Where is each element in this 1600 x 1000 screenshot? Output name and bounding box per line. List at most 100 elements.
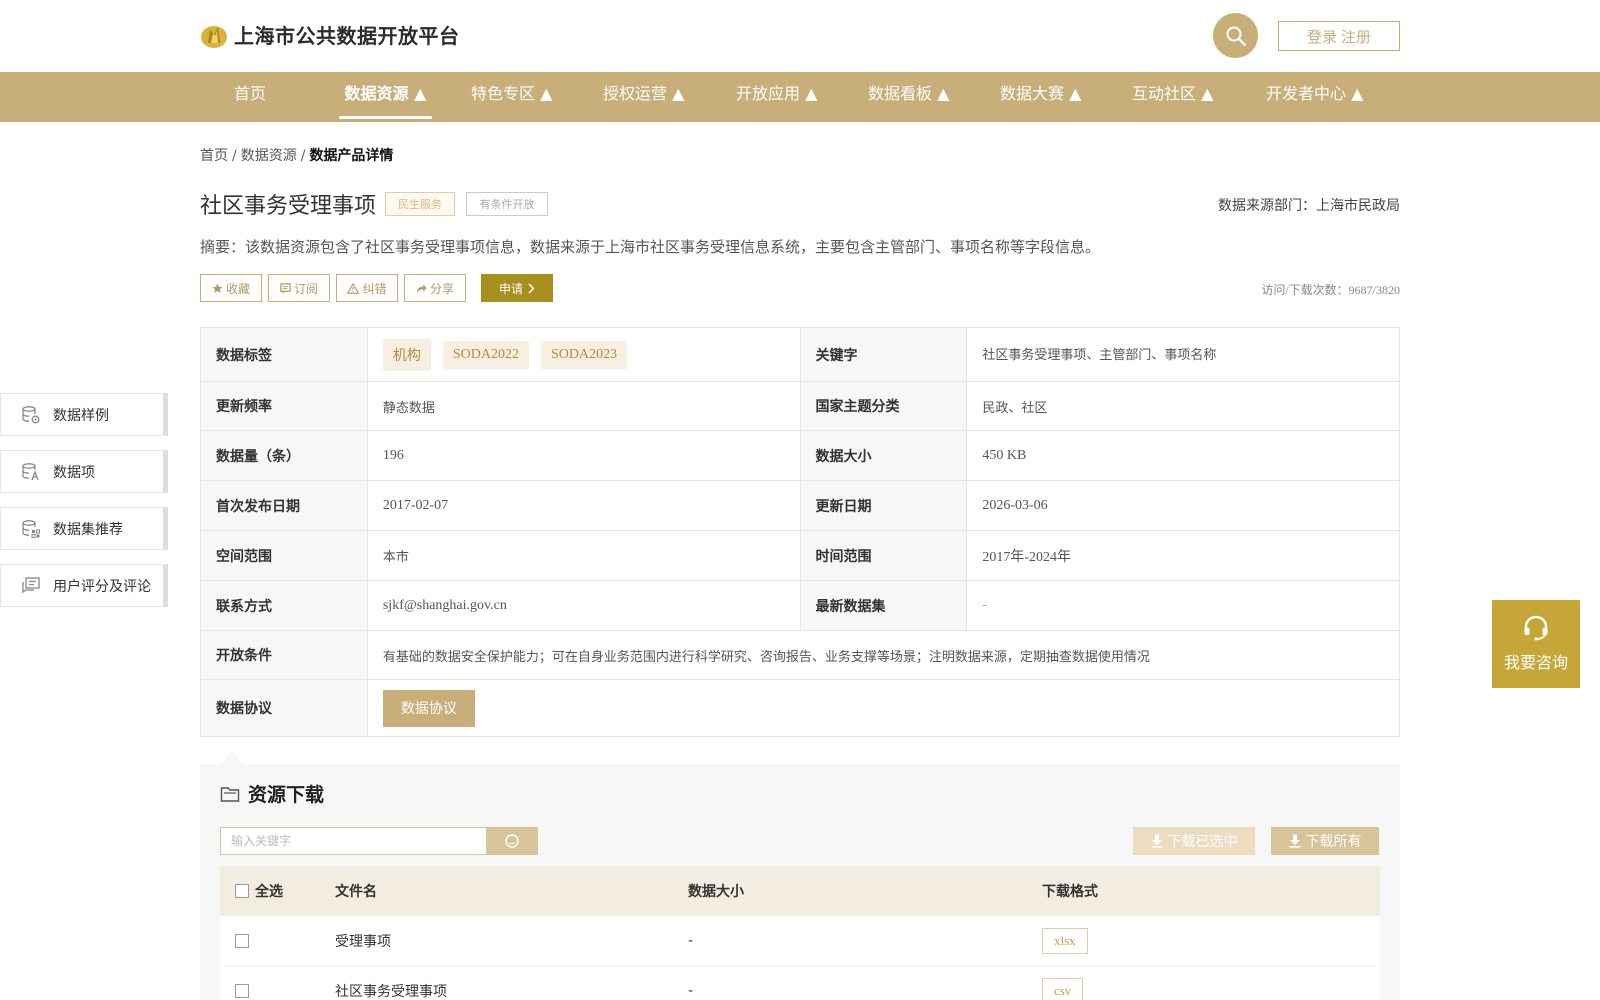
breadcrumb-home[interactable]: 首页 (200, 148, 228, 164)
share-icon (416, 283, 427, 293)
nav-developer[interactable]: 开发者中心 ▲ (1266, 72, 1363, 122)
favorite-button[interactable]: 收藏 (200, 274, 262, 302)
spatial-range-label: 空间范围 (201, 531, 368, 580)
nav-special-zone[interactable]: 特色专区 ▲ (471, 72, 552, 122)
nav-data-resources[interactable]: 数据资源 ▲ (339, 72, 432, 122)
format-download-button[interactable]: csv (1042, 977, 1084, 1000)
dataset-info-table: 数据标签 机构 SODA2022 SODA2023 关键字 社区事务受理事项、主… (200, 327, 1400, 737)
side-menu-sample[interactable]: 数据样例 (0, 393, 168, 436)
update-frequency-label: 更新频率 (201, 382, 368, 430)
download-icon (1289, 834, 1300, 848)
download-all-button[interactable]: 下载所有 (1271, 827, 1379, 855)
download-all-label: 下载所有 (1305, 834, 1362, 850)
data-tag[interactable]: SODA2022 (442, 340, 529, 369)
search-icon (505, 834, 519, 848)
record-count-value: 196 (368, 431, 801, 480)
share-button[interactable]: 分享 (404, 274, 466, 302)
download-selected-label: 下载已选中 (1167, 834, 1238, 850)
apply-label: 申请 (498, 281, 523, 296)
resource-search-button[interactable] (486, 827, 538, 855)
side-menu-label: 数据样例 (53, 407, 109, 424)
nav-community[interactable]: 互动社区 ▲ (1132, 72, 1213, 122)
data-tag[interactable]: 机构 (382, 338, 431, 371)
table-row: 受理事项 - xlsx (220, 916, 1380, 966)
side-menu-label: 数据集推荐 (53, 521, 123, 538)
size-header: 数据大小 (688, 884, 744, 900)
side-menu-comments[interactable]: 用户评分及评论 (0, 564, 168, 607)
row-select-cell (220, 983, 335, 998)
tags-label: 数据标签 (201, 328, 368, 381)
file-format-cell: csv (1042, 977, 1380, 1000)
consult-button[interactable]: 我要咨询 (1492, 600, 1580, 688)
update-frequency-value: 静态数据 (368, 382, 801, 430)
latest-dataset-value[interactable]: - (967, 581, 1399, 630)
open-condition-label: 开放条件 (201, 631, 368, 679)
filename-header: 文件名 (335, 884, 377, 900)
nav-active-underline (339, 116, 432, 119)
time-range-label: 时间范围 (800, 531, 968, 580)
database-grid-icon (19, 517, 43, 541)
spatial-range-value: 本市 (368, 531, 801, 580)
login-link[interactable]: 登录 (1307, 26, 1337, 47)
select-all-checkbox[interactable] (235, 884, 249, 898)
select-all-cell: 全选 (220, 881, 335, 901)
star-icon (212, 282, 223, 293)
database-settings-icon (19, 403, 43, 427)
download-selected-button[interactable]: 下载已选中 (1133, 827, 1255, 855)
info-row: 数据协议 数据协议 (201, 680, 1399, 736)
nav-authorized-ops[interactable]: 授权运营 ▲ (603, 72, 684, 122)
info-row: 联系方式 sjkf@shanghai.gov.cn 最新数据集 - (201, 581, 1399, 631)
update-date-value: 2026-03-06 (982, 497, 1048, 513)
info-row: 数据标签 机构 SODA2022 SODA2023 关键字 社区事务受理事项、主… (201, 328, 1399, 382)
data-tag[interactable]: SODA2023 (540, 340, 628, 369)
nav-data-board[interactable]: 数据看板 ▲ (868, 72, 949, 122)
site-title: 上海市公共数据开放平台 (234, 24, 460, 48)
topic-value: 民政、社区 (982, 400, 1048, 416)
agreement-value: 数据协议 (368, 680, 1399, 736)
apply-button[interactable]: 申请 (481, 274, 553, 302)
data-source: 数据来源部门：上海市民政局 (1218, 198, 1400, 214)
main-nav: 首页 数据资源 ▲ 特色专区 ▲ 授权运营 ▲ 开放应用 ▲ 数据看板 ▲ 数据… (0, 72, 1600, 122)
file-name: 受理事项 (335, 933, 391, 950)
agreement-button[interactable]: 数据协议 (382, 689, 475, 727)
info-row: 更新频率 静态数据 国家主题分类 民政、社区 (201, 382, 1399, 431)
resource-search-input[interactable] (220, 827, 487, 855)
keywords-label: 关键字 (800, 328, 968, 381)
share-label: 分享 (429, 281, 454, 296)
nav-home[interactable]: 首页 (234, 72, 266, 122)
update-date-label: 更新日期 (800, 481, 968, 530)
info-row: 开放条件 有基础的数据安全保护能力；可在自身业务范围内进行科学研究、咨询报告、业… (201, 631, 1399, 680)
tags-value: 机构 SODA2022 SODA2023 (368, 328, 801, 381)
side-menu-label: 用户评分及评论 (53, 578, 151, 595)
consult-label: 我要咨询 (1503, 653, 1568, 672)
register-link[interactable]: 注册 (1341, 26, 1371, 47)
breadcrumb-sep: / (232, 148, 237, 164)
format-download-button[interactable]: xlsx (1042, 927, 1088, 954)
file-format-cell: xlsx (1042, 927, 1380, 954)
subscribe-button[interactable]: 订阅 (268, 274, 330, 302)
headset-icon (1524, 615, 1548, 641)
search-button[interactable] (1213, 13, 1258, 58)
latest-dataset-label: 最新数据集 (800, 581, 968, 630)
side-menu-recommend[interactable]: 数据集推荐 (0, 507, 168, 550)
side-menu-label: 数据项 (53, 464, 95, 481)
time-range-value: 2017年-2024年 (982, 549, 1072, 565)
site-logo[interactable]: 上海市公共数据开放平台 (200, 20, 460, 49)
nav-open-apps[interactable]: 开放应用 ▲ (736, 72, 817, 122)
row-checkbox[interactable] (235, 983, 249, 998)
nav-data-contest[interactable]: 数据大赛 ▲ (1000, 72, 1081, 122)
format-header: 下载格式 (1042, 884, 1098, 900)
section-pointer (220, 752, 244, 764)
agreement-label: 数据协议 (201, 680, 368, 736)
correct-button[interactable]: 纠错 (336, 274, 398, 302)
category-badge: 民生服务 (385, 192, 455, 216)
first-publish-label: 首次发布日期 (201, 481, 368, 530)
folder-icon (220, 786, 240, 802)
row-checkbox[interactable] (235, 933, 249, 948)
side-menu-items[interactable]: 数据项 (0, 450, 168, 493)
breadcrumb-section[interactable]: 数据资源 (241, 148, 297, 164)
record-count-label: 数据量（条） (201, 431, 368, 480)
database-text-icon (19, 460, 43, 484)
contact-label: 联系方式 (201, 581, 368, 630)
file-size: - (688, 982, 694, 999)
